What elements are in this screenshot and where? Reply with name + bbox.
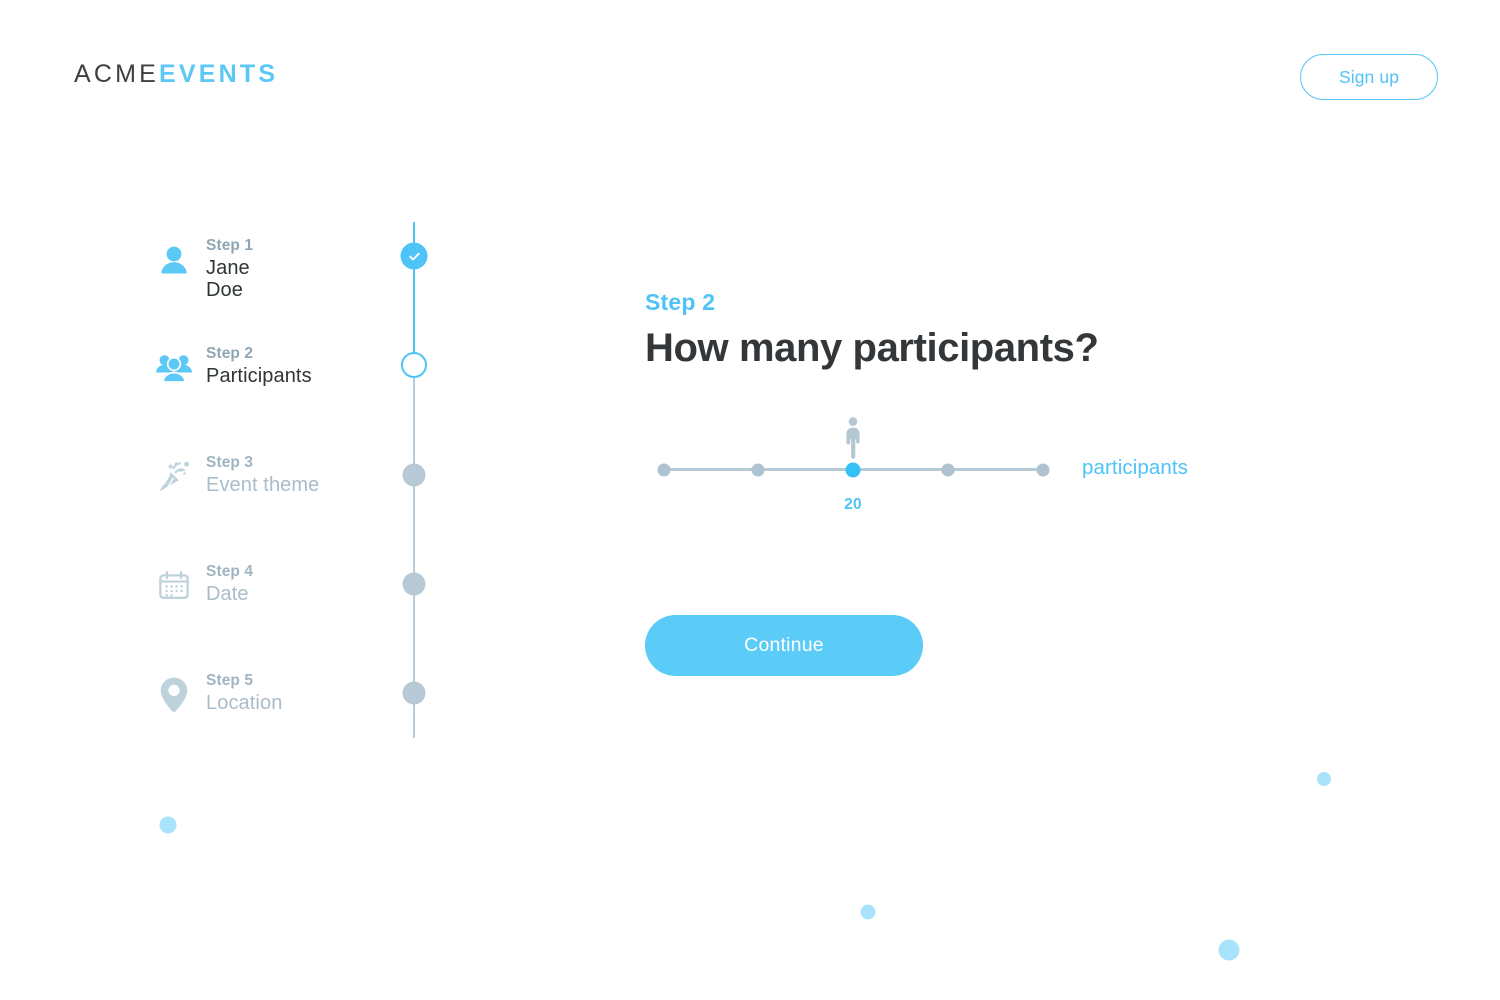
step-4-kicker: Step 4 <box>206 563 254 580</box>
decorative-dot-2 <box>860 904 876 920</box>
calendar-icon <box>152 564 196 608</box>
person-pictogram-icon <box>840 416 866 460</box>
sidebar-item-step-3[interactable]: Step 3 Event theme <box>152 453 319 499</box>
sidebar-item-step-5[interactable]: Step 5 Location <box>152 671 282 717</box>
step-1-name-line-1: Jane <box>206 257 250 280</box>
step-kicker-label: Step 2 <box>645 289 716 315</box>
timeline-node-step-5[interactable] <box>402 681 426 705</box>
main-panel: Step 2 How many participants? 20 partici… <box>645 0 1500 1000</box>
map-pin-icon <box>152 673 196 717</box>
signup-wizard-page: ACMEEVENTS Sign up Step 1 Jane Doe Step … <box>0 0 1500 1000</box>
people-group-icon <box>152 346 196 390</box>
step-2-text: Step 2 Participants <box>206 344 312 388</box>
sidebar-item-step-2[interactable]: Step 2 Participants <box>152 344 312 390</box>
step-3-text: Step 3 Event theme <box>206 453 319 497</box>
page-title: How many participants? <box>645 326 1099 370</box>
decorative-dot-4 <box>1317 772 1331 786</box>
slider-unit-label: participants <box>1082 456 1189 479</box>
continue-button[interactable]: Continue <box>645 615 923 676</box>
slider-stop-4[interactable] <box>941 463 955 477</box>
timeline-node-step-1[interactable] <box>400 242 428 270</box>
party-popper-icon <box>152 455 196 499</box>
slider-stop-2[interactable] <box>751 463 765 477</box>
wizard-stepper: Step 1 Jane Doe Step 2 Participants Step… <box>0 0 470 1000</box>
decorative-dot-3 <box>1218 939 1240 961</box>
participants-slider[interactable]: 20 participants <box>657 417 1188 513</box>
step-3-name: Event theme <box>206 474 320 497</box>
person-icon <box>152 238 196 282</box>
step-2-kicker: Step 2 <box>206 345 254 362</box>
step-1-text: Step 1 Jane Doe <box>206 236 253 302</box>
timeline-node-step-4[interactable] <box>402 572 426 596</box>
sidebar-item-step-1[interactable]: Step 1 Jane Doe <box>152 236 253 302</box>
step-5-text: Step 5 Location <box>206 671 282 715</box>
timeline-node-step-3[interactable] <box>402 463 426 487</box>
step-5-kicker: Step 5 <box>206 672 254 689</box>
step-1-name-line-2: Doe <box>206 278 243 301</box>
slider-stop-3-selected[interactable] <box>845 462 861 478</box>
slider-value-label: 20 <box>844 496 862 513</box>
step-2-name: Participants <box>206 365 312 388</box>
sidebar-item-step-4[interactable]: Step 4 Date <box>152 562 253 608</box>
step-3-kicker: Step 3 <box>206 454 254 471</box>
step-4-text: Step 4 Date <box>206 562 253 606</box>
decorative-dot-1 <box>159 816 177 834</box>
step-4-name: Date <box>206 583 249 606</box>
step-1-kicker: Step 1 <box>206 237 254 254</box>
slider-stop-1[interactable] <box>657 463 671 477</box>
timeline-node-step-2[interactable] <box>401 352 427 378</box>
slider-stop-5[interactable] <box>1036 463 1050 477</box>
step-5-name: Location <box>206 692 283 715</box>
check-icon <box>408 252 420 260</box>
